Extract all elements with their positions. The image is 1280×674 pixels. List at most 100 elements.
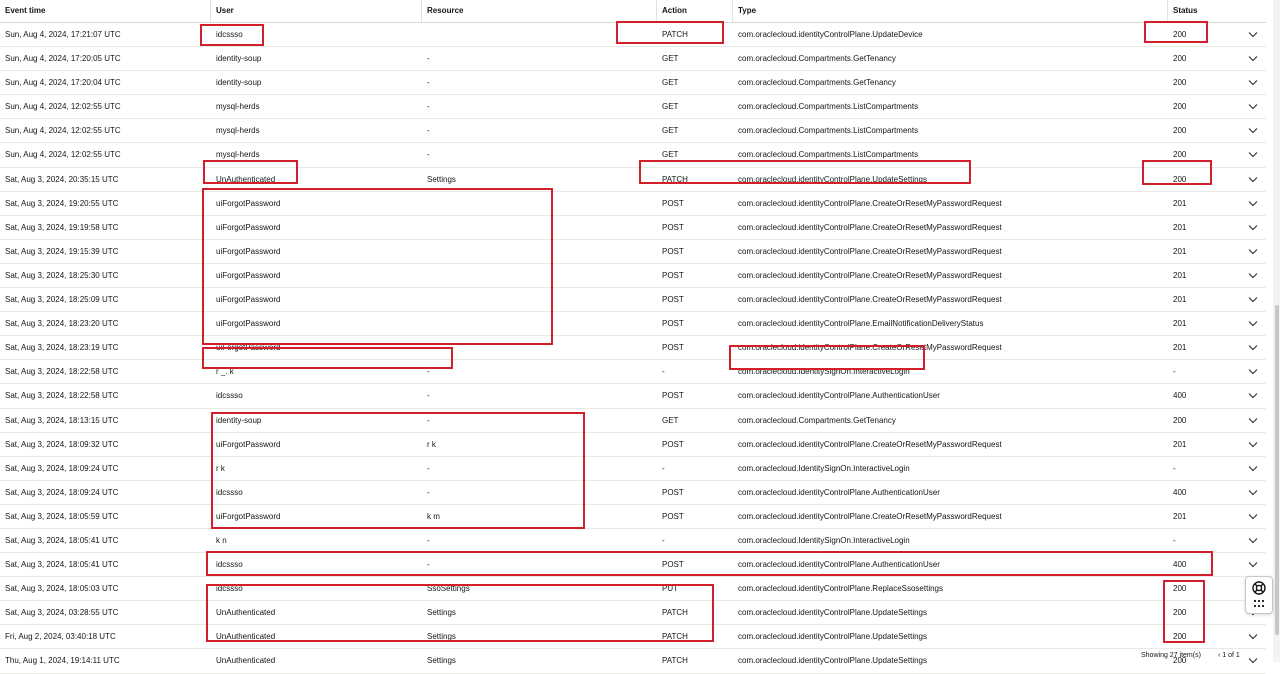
chevron-down-icon[interactable]	[1248, 343, 1258, 352]
resource-cell: r k	[427, 439, 436, 449]
chevron-down-icon[interactable]	[1248, 175, 1258, 184]
event-time-cell: Sat, Aug 3, 2024, 18:05:41 UTC	[5, 560, 119, 570]
table-row[interactable]: Sat, Aug 3, 2024, 18:09:24 UTC idcssso - PO…	[0, 481, 1266, 505]
table-row[interactable]: Sat, Aug 3, 2024, 18:23:20 UTC uiForgotPa…	[0, 312, 1266, 337]
column-header-action[interactable]: Action	[662, 0, 687, 22]
chevron-down-icon[interactable]	[1248, 295, 1258, 304]
chevron-down-icon[interactable]	[1248, 416, 1258, 425]
action-cell: PATCH	[662, 632, 688, 642]
status-cell: 201	[1173, 270, 1187, 280]
table-row[interactable]: Sat, Aug 3, 2024, 19:20:55 UTC uiForgotPa…	[0, 192, 1266, 216]
event-type-cell: com.oraclecloud.identityControlPlane.Cre…	[738, 198, 1002, 208]
event-type-cell: com.oraclecloud.identityControlPlane.Aut…	[738, 560, 940, 570]
status-cell: -	[1173, 463, 1176, 473]
scrollbar-thumb[interactable]	[1275, 305, 1279, 635]
chevron-down-icon[interactable]	[1248, 247, 1258, 256]
chevron-down-icon[interactable]	[1248, 512, 1258, 521]
chevron-down-icon[interactable]	[1248, 319, 1258, 328]
pagination[interactable]: ‹ 1 of 1	[1218, 652, 1240, 659]
table-row[interactable]: Sat, Aug 3, 2024, 18:25:09 UTC uiForgotPa…	[0, 288, 1266, 313]
event-type-cell: com.oraclecloud.IdentitySignOn.Interacti…	[738, 463, 910, 473]
table-row[interactable]: Sat, Aug 3, 2024, 18:22:58 UTC r _. k - - co…	[0, 360, 1266, 385]
chevron-down-icon[interactable]	[1248, 560, 1258, 569]
table-row[interactable]: Sun, Aug 4, 2024, 17:21:07 UTC idcssso PAT…	[0, 23, 1266, 48]
table-row[interactable]: Sat, Aug 3, 2024, 18:09:32 UTC uiForgotPa…	[0, 433, 1266, 457]
table-row[interactable]: Sat, Aug 3, 2024, 20:35:15 UTC UnAuthenti…	[0, 168, 1266, 192]
chevron-down-icon[interactable]	[1248, 632, 1258, 641]
help-widget[interactable]	[1245, 576, 1273, 614]
action-cell: PATCH	[662, 608, 688, 618]
table-row[interactable]: Sat, Aug 3, 2024, 18:23:19 UTC uiForgotPa…	[0, 336, 1266, 361]
table-row[interactable]: Sun, Aug 4, 2024, 17:20:04 UTC identity-s…	[0, 71, 1266, 96]
table-footer: Showing 27 item(s) ‹ 1 of 1	[0, 652, 1266, 662]
chevron-down-icon[interactable]	[1248, 440, 1258, 449]
table-row[interactable]: Sat, Aug 3, 2024, 18:05:41 UTC idcssso - PO…	[0, 553, 1266, 578]
event-type-cell: com.oraclecloud.identityControlPlane.Upd…	[738, 30, 923, 39]
resource-cell	[427, 23, 647, 46]
column-header-type[interactable]: Type	[738, 0, 756, 22]
column-divider[interactable]	[421, 0, 422, 22]
chevron-left-icon[interactable]: ‹	[1218, 652, 1220, 659]
event-type-cell: com.oraclecloud.identityControlPlane.Cre…	[738, 439, 1002, 449]
table-row[interactable]: Sat, Aug 3, 2024, 18:05:41 UTC k n - - com.o…	[0, 529, 1266, 554]
resource-cell	[427, 216, 647, 239]
chevron-down-icon[interactable]	[1248, 464, 1258, 473]
event-type-cell: com.oraclecloud.IdentitySignOn.Interacti…	[738, 367, 910, 377]
table-row[interactable]: Sat, Aug 3, 2024, 18:13:15 UTC identity-s…	[0, 409, 1266, 433]
status-cell: 201	[1173, 246, 1187, 256]
lifebuoy-icon[interactable]	[1252, 581, 1266, 595]
table-row[interactable]: Sat, Aug 3, 2024, 18:09:24 UTC r k - - com.o…	[0, 457, 1266, 481]
chevron-down-icon[interactable]	[1248, 391, 1258, 400]
event-type-cell: com.oraclecloud.identityControlPlane.Upd…	[738, 632, 927, 642]
column-header-user[interactable]: User	[216, 0, 234, 22]
table-row[interactable]: Sat, Aug 3, 2024, 19:19:58 UTC uiForgotPa…	[0, 216, 1266, 240]
table-row[interactable]: Sat, Aug 3, 2024, 03:28:55 UTC UnAuthenti…	[0, 601, 1266, 626]
action-cell: PATCH	[662, 30, 688, 39]
resource-cell	[427, 336, 647, 359]
column-divider[interactable]	[656, 0, 657, 22]
status-cell: 200	[1173, 54, 1187, 64]
table-row[interactable]: Fri, Aug 2, 2024, 03:40:18 UTC UnAuthenti…	[0, 625, 1266, 650]
user-cell: uiForgotPassword	[216, 246, 281, 256]
table-row[interactable]: Sun, Aug 4, 2024, 12:02:55 UTC mysql-herd…	[0, 119, 1266, 144]
table-row[interactable]: Sun, Aug 4, 2024, 17:20:05 UTC identity-s…	[0, 47, 1266, 72]
chevron-down-icon[interactable]	[1248, 54, 1258, 63]
chevron-down-icon[interactable]	[1248, 30, 1258, 39]
event-time-cell: Sat, Aug 3, 2024, 18:25:09 UTC	[5, 295, 119, 305]
column-divider[interactable]	[732, 0, 733, 22]
status-cell: 400	[1173, 487, 1187, 497]
grid-dots-icon[interactable]	[1253, 599, 1265, 609]
chevron-down-icon[interactable]	[1248, 102, 1258, 111]
chevron-down-icon[interactable]	[1248, 78, 1258, 87]
resource-cell: -	[427, 367, 430, 377]
chevron-down-icon[interactable]	[1248, 536, 1258, 545]
column-divider[interactable]	[1167, 0, 1168, 22]
table-row[interactable]: Sun, Aug 4, 2024, 12:02:55 UTC mysql-herd…	[0, 143, 1266, 168]
status-cell: 201	[1173, 295, 1187, 305]
column-header-status[interactable]: Status	[1173, 0, 1197, 22]
table-row[interactable]: Sat, Aug 3, 2024, 18:22:58 UTC idcssso - PO…	[0, 384, 1266, 409]
chevron-down-icon[interactable]	[1248, 199, 1258, 208]
column-header-event-time[interactable]: Event time	[5, 0, 45, 22]
status-cell: 200	[1173, 126, 1187, 136]
column-header-resource[interactable]: Resource	[427, 0, 463, 22]
chevron-down-icon[interactable]	[1248, 271, 1258, 280]
chevron-down-icon[interactable]	[1248, 150, 1258, 159]
chevron-down-icon[interactable]	[1248, 488, 1258, 497]
resource-cell: -	[427, 560, 430, 570]
chevron-down-icon[interactable]	[1248, 126, 1258, 135]
table-row[interactable]: Sun, Aug 4, 2024, 12:02:55 UTC mysql-herd…	[0, 95, 1266, 120]
action-cell: POST	[662, 439, 684, 449]
resource-cell: -	[427, 126, 430, 136]
chevron-down-icon[interactable]	[1248, 367, 1258, 376]
table-row[interactable]: Sat, Aug 3, 2024, 18:05:59 UTC uiForgotPa…	[0, 505, 1266, 529]
table-row[interactable]: Sat, Aug 3, 2024, 18:25:30 UTC uiForgotPa…	[0, 264, 1266, 289]
user-cell: UnAuthenticated	[216, 632, 276, 642]
user-cell: UnAuthenticated	[216, 174, 276, 184]
column-divider[interactable]	[210, 0, 211, 22]
action-cell: POST	[662, 319, 684, 329]
chevron-down-icon[interactable]	[1248, 223, 1258, 232]
user-cell: uiForgotPassword	[216, 198, 281, 208]
table-row[interactable]: Sat, Aug 3, 2024, 19:15:39 UTC uiForgotPa…	[0, 240, 1266, 264]
table-row[interactable]: Sat, Aug 3, 2024, 18:05:03 UTC idcssso Sso…	[0, 577, 1266, 602]
